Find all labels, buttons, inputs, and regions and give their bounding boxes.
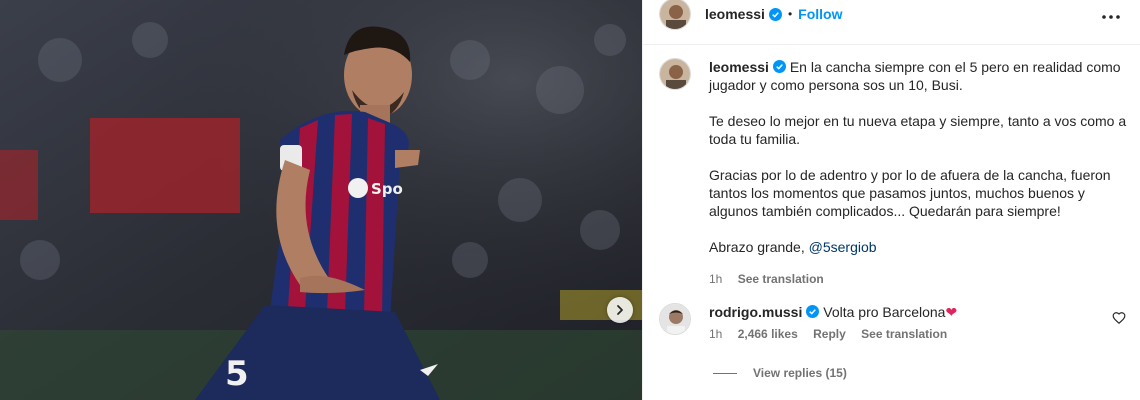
svg-text:Spo: Spo — [371, 180, 403, 198]
caption-see-translation-button[interactable]: See translation — [738, 272, 824, 286]
post-caption: leomessi En la cancha siempre con el 5 p… — [659, 58, 1129, 288]
caption-meta: 1h See translation — [709, 270, 1129, 288]
separator-dot: • — [787, 7, 793, 21]
more-options-button[interactable] — [1099, 5, 1123, 29]
verified-badge-icon — [806, 305, 820, 318]
caption-author-avatar[interactable] — [659, 58, 691, 90]
svg-text:5: 5 — [225, 354, 249, 394]
view-replies-label: View replies (15) — [753, 366, 847, 380]
commenter-username[interactable]: rodrigo.mussi — [709, 304, 802, 320]
comment-item: rodrigo.mussi Volta pro Barcelona❤ 1h 2,… — [659, 303, 1129, 341]
verified-badge-icon — [768, 7, 782, 21]
more-options-icon — [1102, 15, 1120, 19]
verified-badge-icon — [772, 60, 786, 73]
author-avatar[interactable] — [659, 0, 691, 30]
chevron-right-icon — [617, 305, 623, 315]
replies-divider-line — [713, 372, 737, 374]
caption-paragraph-3: Gracias por lo de adentro y por lo de af… — [709, 167, 1111, 219]
follow-button[interactable]: Follow — [798, 6, 842, 22]
view-replies-button[interactable]: View replies (15) — [713, 366, 847, 380]
caption-paragraph-1: En la cancha siempre con el 5 pero en re… — [709, 59, 1121, 93]
comment-time[interactable]: 1h — [709, 327, 722, 341]
heart-outline-icon — [1112, 312, 1126, 325]
commenter-avatar[interactable] — [659, 303, 691, 335]
comment-see-translation-button[interactable]: See translation — [861, 327, 947, 341]
post-side-panel: leomessi • Follow leomessi En la cancha … — [642, 0, 1140, 400]
author-username[interactable]: leomessi — [705, 6, 765, 22]
post-media[interactable]: Spo 5 — [0, 0, 642, 400]
heart-emoji: ❤ — [945, 304, 958, 320]
post-header: leomessi • Follow — [643, 0, 1140, 45]
next-media-button[interactable] — [607, 297, 633, 323]
post-photo: Spo 5 — [0, 0, 642, 400]
caption-paragraph-4: Abrazo grande, — [709, 239, 809, 255]
comment-likes-count[interactable]: 2,466 likes — [738, 327, 798, 341]
caption-paragraph-2: Te deseo lo mejor en tu nueva etapa y si… — [709, 113, 1127, 147]
mention-link[interactable]: @5sergiob — [809, 239, 877, 255]
caption-time[interactable]: 1h — [709, 272, 722, 286]
comment-text: Volta pro Barcelona — [823, 304, 946, 320]
comment-like-button[interactable] — [1112, 311, 1128, 327]
comment-meta: 1h 2,466 likes Reply See translation — [709, 327, 959, 341]
reply-button[interactable]: Reply — [813, 327, 846, 341]
caption-username[interactable]: leomessi — [709, 59, 769, 75]
